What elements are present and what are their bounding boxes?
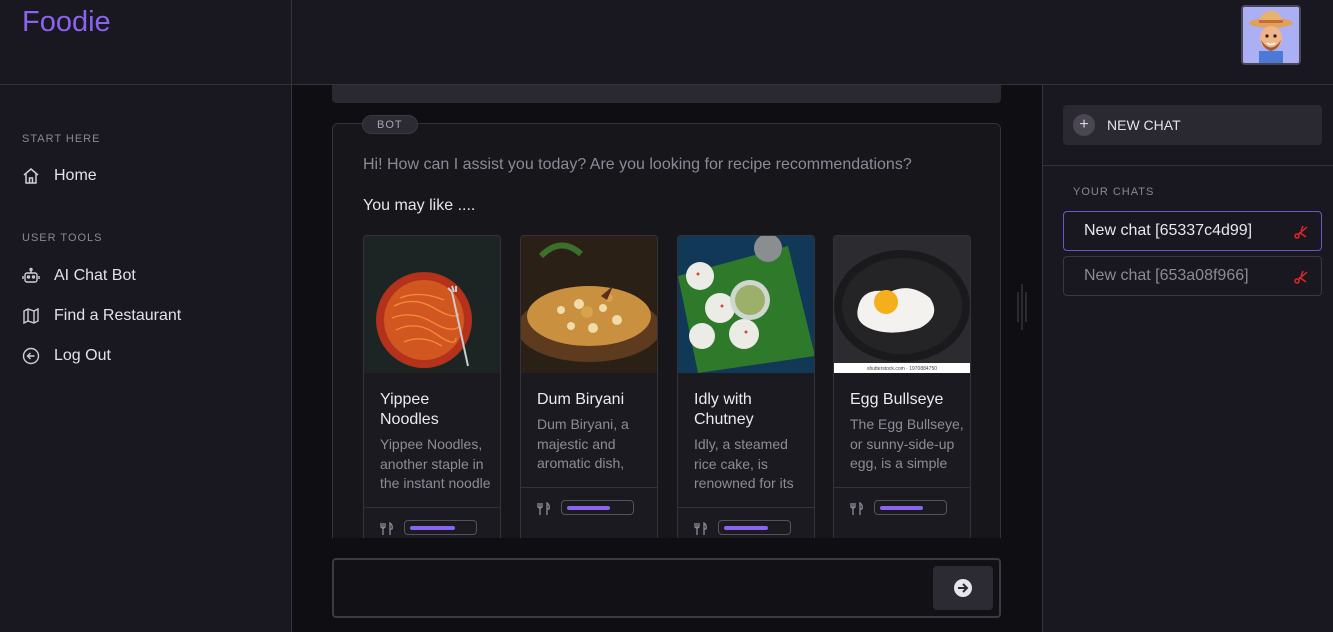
utensils-icon bbox=[380, 522, 393, 535]
scissors-icon[interactable] bbox=[1293, 269, 1309, 285]
plus-icon: + bbox=[1073, 114, 1095, 136]
utensils-icon bbox=[850, 502, 863, 515]
robot-icon bbox=[22, 267, 40, 285]
recipe-image-egg: shutterstock.com · 1970884750 bbox=[834, 236, 970, 373]
previous-message bbox=[332, 85, 1001, 103]
arrow-left-circle-icon bbox=[22, 347, 40, 365]
recipe-title: Idly with Chutney bbox=[694, 391, 754, 428]
nav-item-home[interactable]: Home bbox=[22, 162, 97, 190]
utensils-icon bbox=[694, 522, 707, 535]
chat-item-label: New chat [65337c4d99] bbox=[1084, 222, 1253, 239]
map-icon bbox=[22, 307, 40, 325]
new-chat-label: NEW CHAT bbox=[1107, 117, 1181, 133]
rating-bar-fill bbox=[724, 526, 769, 530]
nav-label-home: Home bbox=[54, 167, 97, 184]
brand-area: Foodie bbox=[0, 0, 292, 85]
recipe-card-footer bbox=[678, 507, 814, 538]
recipe-cards: Yippee Noodles Yippee Noodles, another s… bbox=[363, 235, 973, 538]
image-caption: shutterstock.com · 1970884750 bbox=[867, 366, 937, 372]
recipe-title: Egg Bullseye bbox=[850, 391, 944, 408]
bot-badge: BOT bbox=[362, 115, 418, 134]
user-avatar[interactable] bbox=[1241, 5, 1301, 65]
send-button[interactable] bbox=[933, 566, 993, 610]
recipe-title: Yippee Noodles bbox=[380, 391, 439, 428]
chat-input-box bbox=[332, 558, 1001, 618]
recipe-card-yippee-noodles[interactable]: Yippee Noodles Yippee Noodles, another s… bbox=[363, 235, 501, 538]
recipe-card-footer bbox=[521, 487, 657, 537]
rating-bar bbox=[404, 520, 477, 535]
recipe-title: Dum Biryani bbox=[537, 391, 625, 408]
recipe-card-dum-biryani[interactable]: Dum Biryani Dum Biryani, a majestic and … bbox=[520, 235, 658, 538]
divider bbox=[1043, 165, 1333, 166]
recipe-description: Idly, a steamed rice cake, is renowned f… bbox=[694, 436, 794, 491]
recipe-image-idly bbox=[678, 236, 814, 373]
recipe-image-biryani bbox=[521, 236, 657, 373]
recipe-image-noodles bbox=[364, 236, 500, 373]
bot-greeting: Hi! How can I assist you today? Are you … bbox=[363, 156, 912, 173]
your-chats-label: YOUR CHATS bbox=[1073, 186, 1155, 198]
chat-item-label: New chat [653a08f966] bbox=[1084, 267, 1249, 284]
rating-bar bbox=[718, 520, 791, 535]
suggestion-heading: You may like .... bbox=[363, 197, 476, 214]
recipe-card-footer bbox=[364, 507, 500, 538]
chat-input-area bbox=[292, 538, 1042, 632]
chat-area: BOT Hi! How can I assist you today? Are … bbox=[292, 85, 1042, 538]
new-chat-button[interactable]: + NEW CHAT bbox=[1063, 105, 1322, 145]
nav-label-log-out: Log Out bbox=[54, 347, 111, 364]
recipe-card-footer bbox=[834, 487, 970, 537]
left-sidebar: START HERE Home USER TOOLS AI Chat Bot F… bbox=[0, 85, 292, 632]
utensils-icon bbox=[537, 502, 550, 515]
right-panel: + NEW CHAT YOUR CHATS New chat [65337c4d… bbox=[1042, 85, 1333, 632]
section-label-user-tools: USER TOOLS bbox=[22, 232, 103, 244]
rating-bar bbox=[561, 500, 634, 515]
recipe-card-egg-bullseye[interactable]: shutterstock.com · 1970884750 Egg Bullse… bbox=[833, 235, 971, 538]
bot-message: BOT Hi! How can I assist you today? Are … bbox=[332, 115, 1001, 538]
nav-label-find-restaurant: Find a Restaurant bbox=[54, 307, 182, 324]
arrow-right-circle-icon bbox=[954, 579, 972, 597]
top-bar: Foodie bbox=[0, 0, 1333, 85]
nav-item-log-out[interactable]: Log Out bbox=[22, 342, 111, 370]
recipe-description: Dum Biryani, a majestic and aromatic dis… bbox=[537, 416, 629, 471]
rating-bar-fill bbox=[880, 506, 923, 510]
recipe-description: The Egg Bullseye, or sunny-side-up egg, … bbox=[850, 416, 964, 471]
brand-logo[interactable]: Foodie bbox=[22, 6, 111, 39]
rating-bar-fill bbox=[567, 506, 610, 510]
recipe-card-idly-chutney[interactable]: Idly with Chutney Idly, a steamed rice c… bbox=[677, 235, 815, 538]
rating-bar bbox=[874, 500, 947, 515]
nav-item-ai-chat-bot[interactable]: AI Chat Bot bbox=[22, 262, 136, 290]
nav-label-ai-chat-bot: AI Chat Bot bbox=[54, 267, 136, 284]
scissors-icon[interactable] bbox=[1293, 224, 1309, 240]
nav-item-find-restaurant[interactable]: Find a Restaurant bbox=[22, 302, 181, 330]
chat-item[interactable]: New chat [653a08f966] bbox=[1063, 256, 1322, 296]
chat-item-active[interactable]: New chat [65337c4d99] bbox=[1063, 211, 1322, 251]
chat-input[interactable] bbox=[344, 568, 924, 608]
panel-resize-handle[interactable] bbox=[1014, 282, 1030, 332]
section-label-start-here: START HERE bbox=[22, 133, 101, 145]
home-icon bbox=[22, 167, 40, 185]
rating-bar-fill bbox=[410, 526, 456, 530]
recipe-description: Yippee Noodles, another staple in the in… bbox=[380, 436, 491, 491]
